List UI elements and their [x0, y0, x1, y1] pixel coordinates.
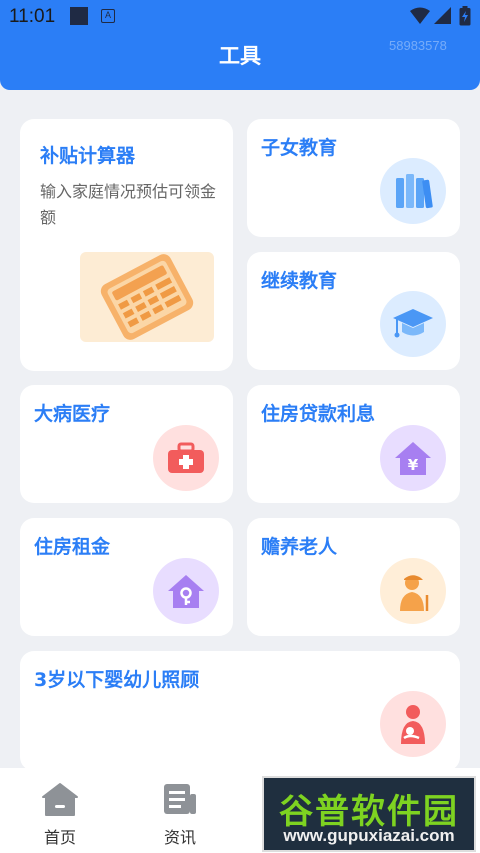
home-icon — [42, 783, 78, 816]
id-watermark: 58983578 — [389, 38, 447, 53]
card-title: 3岁以下婴幼儿照顾 — [34, 669, 200, 691]
house-key-icon — [153, 558, 219, 624]
site-watermark: 谷普软件园 www.gupuxiazai.com — [262, 776, 476, 852]
watermark-url: www.gupuxiazai.com — [283, 826, 455, 845]
app-notification-icon: A — [101, 9, 115, 23]
children-education-card[interactable]: 子女教育 — [247, 119, 460, 237]
notification-icon — [70, 7, 88, 25]
elderly-support-card[interactable]: 赡养老人 — [247, 518, 460, 636]
status-time: 11:01 — [9, 6, 56, 27]
first-aid-kit-icon — [153, 425, 219, 491]
card-title: 住房租金 — [34, 536, 111, 558]
wifi-icon — [410, 7, 430, 24]
card-description: 输入家庭情况预估可领金额 — [40, 182, 217, 227]
card-title: 住房贷款利息 — [261, 403, 376, 425]
card-title: 大病医疗 — [34, 403, 111, 425]
housing-loan-interest-card[interactable]: 住房贷款利息 ¥ — [247, 385, 460, 503]
nav-news[interactable]: 资讯 — [140, 782, 220, 848]
nav-home[interactable]: 首页 — [20, 782, 100, 848]
serious-illness-medical-card[interactable]: 大病医疗 — [20, 385, 233, 503]
house-yuan-icon: ¥ — [380, 425, 446, 491]
status-bar: 11:01 A — [0, 0, 480, 34]
continuing-education-card[interactable]: 继续教育 — [247, 252, 460, 370]
nav-news-label: 资讯 — [163, 828, 196, 847]
graduation-cap-icon — [380, 291, 446, 357]
calculator-icon — [80, 252, 214, 342]
card-title: 赡养老人 — [261, 536, 338, 558]
mother-baby-icon — [380, 691, 446, 757]
svg-text:¥: ¥ — [408, 456, 419, 474]
subsidy-calculator-card[interactable]: 补贴计算器 输入家庭情况预估可领金额 — [20, 119, 233, 371]
card-title: 子女教育 — [261, 137, 338, 159]
card-title: 补贴计算器 — [40, 145, 136, 167]
books-icon — [380, 158, 446, 224]
infant-care-card[interactable]: 3岁以下婴幼儿照顾 — [20, 651, 460, 771]
elderly-person-icon — [380, 558, 446, 624]
header-bar: 11:01 A 工具 58983578 — [0, 0, 480, 90]
news-icon — [164, 784, 196, 814]
card-title: 继续教育 — [261, 270, 338, 292]
housing-rent-card[interactable]: 住房租金 — [20, 518, 233, 636]
nav-home-label: 首页 — [43, 828, 76, 847]
signal-icon — [434, 7, 451, 24]
battery-icon — [459, 6, 471, 26]
